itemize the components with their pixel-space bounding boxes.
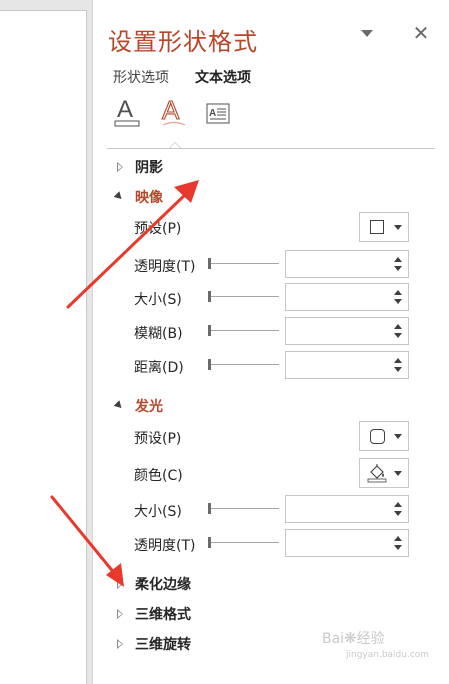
section-3d-format-label: 三维格式 (135, 607, 191, 623)
reflection-distance-slider-track[interactable] (209, 364, 279, 365)
textbox-icon[interactable]: A (203, 96, 233, 128)
spin-up-icon[interactable] (394, 536, 402, 541)
reflection-preset-label: 预设(P) (134, 221, 182, 237)
paint-bucket-icon (367, 463, 387, 483)
glow-preset-label: 预设(P) (134, 431, 182, 447)
glow-size-spinner (285, 495, 409, 523)
reflection-blur-input[interactable] (288, 320, 396, 342)
pane-options-dropdown-icon[interactable] (361, 30, 373, 37)
chevron-down-icon (394, 471, 402, 476)
spin-up-icon[interactable] (394, 324, 402, 329)
watermark-url: jingyan.baidu.com (346, 650, 430, 660)
pane-title: 设置形状格式 (108, 28, 258, 56)
glow-size-input[interactable] (288, 498, 396, 520)
watermark-brand: Bai (322, 631, 345, 647)
spin-down-icon[interactable] (394, 367, 402, 372)
reflection-size-spinner (285, 283, 409, 311)
reflection-distance-slider-thumb[interactable] (208, 359, 211, 370)
glow-transparency-slider-thumb[interactable] (208, 537, 211, 548)
expand-triangle-icon (117, 579, 123, 589)
section-3d-rotation[interactable]: 三维旋转 (113, 634, 313, 654)
glow-transparency-label: 透明度(T) (134, 538, 196, 554)
preset-square-icon (370, 220, 384, 234)
spin-down-icon[interactable] (394, 545, 402, 550)
spin-up-icon[interactable] (394, 502, 402, 507)
svg-text:A: A (117, 96, 133, 123)
collapse-triangle-icon (113, 400, 125, 411)
reflection-transparency-slider-thumb[interactable] (208, 258, 211, 269)
section-shadow-label: 阴影 (135, 160, 163, 176)
chevron-down-icon (394, 434, 402, 439)
reflection-transparency-input[interactable] (288, 253, 396, 275)
spin-down-icon[interactable] (394, 511, 402, 516)
spin-down-icon[interactable] (394, 266, 402, 271)
reflection-size-slider-track[interactable] (209, 296, 279, 297)
collapse-triangle-icon (113, 191, 125, 202)
reflection-transparency-label: 透明度(T) (134, 259, 196, 275)
watermark: Bai❋经验 jingyan.baidu.com (322, 628, 429, 660)
expand-triangle-icon (117, 609, 123, 619)
section-reflection[interactable]: 映像 (113, 187, 313, 207)
section-separator (107, 148, 435, 149)
reflection-transparency-slider-track[interactable] (209, 263, 279, 264)
reflection-blur-slider-track[interactable] (209, 330, 279, 331)
section-shadow[interactable]: 阴影 (113, 157, 313, 177)
text-effects-icon[interactable]: A (159, 94, 189, 128)
glow-color-label: 颜色(C) (134, 468, 183, 484)
section-soft-edges-label: 柔化边缘 (135, 577, 191, 593)
reflection-blur-spinner (285, 317, 409, 345)
section-reflection-label: 映像 (135, 190, 163, 206)
reflection-size-slider-thumb[interactable] (208, 291, 211, 302)
reflection-size-input[interactable] (288, 286, 396, 308)
glow-size-slider-thumb[interactable] (208, 503, 211, 514)
glow-transparency-input[interactable] (288, 532, 396, 554)
slide-page[interactable] (0, 10, 87, 684)
reflection-distance-label: 距离(D) (134, 360, 184, 376)
section-soft-edges[interactable]: 柔化边缘 (113, 574, 313, 594)
glow-preset-picker[interactable] (359, 421, 409, 451)
reflection-transparency-spinner (285, 250, 409, 278)
expand-triangle-icon (117, 162, 123, 172)
tab-text-options[interactable]: 文本选项 (195, 67, 251, 87)
watermark-brand-suffix: 经验 (356, 631, 385, 647)
reflection-blur-label: 模糊(B) (134, 326, 183, 342)
spin-up-icon[interactable] (394, 358, 402, 363)
reflection-preset-picker[interactable] (359, 212, 409, 242)
spin-down-icon[interactable] (394, 333, 402, 338)
tab-shape-options[interactable]: 形状选项 (113, 67, 169, 87)
reflection-distance-spinner (285, 351, 409, 379)
glow-transparency-spinner (285, 529, 409, 557)
section-3d-format[interactable]: 三维格式 (113, 604, 313, 624)
close-icon[interactable]: ✕ (411, 22, 431, 44)
spin-up-icon[interactable] (394, 290, 402, 295)
glow-size-label: 大小(S) (134, 504, 182, 520)
section-glow[interactable]: 发光 (113, 396, 313, 416)
glow-color-picker[interactable] (359, 458, 409, 488)
paw-logo-icon: ❋ (344, 629, 357, 647)
preset-rounded-square-icon (370, 429, 385, 444)
glow-size-slider-track[interactable] (209, 508, 279, 509)
spin-up-icon[interactable] (394, 257, 402, 262)
svg-text:A: A (162, 96, 180, 125)
reflection-size-label: 大小(S) (134, 292, 182, 308)
svg-text:A: A (209, 108, 216, 119)
spin-down-icon[interactable] (394, 299, 402, 304)
reflection-blur-slider-thumb[interactable] (208, 325, 211, 336)
format-shape-pane: 设置形状格式 ✕ 形状选项 文本选项 A A A 阴影 映像 预设(P) 透明度… (93, 0, 449, 684)
section-glow-label: 发光 (135, 399, 163, 415)
section-3d-rotation-label: 三维旋转 (135, 637, 191, 653)
chevron-down-icon (394, 225, 402, 230)
expand-triangle-icon (117, 639, 123, 649)
reflection-distance-input[interactable] (288, 354, 396, 376)
text-fill-outline-icon[interactable]: A (113, 96, 143, 128)
glow-transparency-slider-track[interactable] (209, 542, 279, 543)
